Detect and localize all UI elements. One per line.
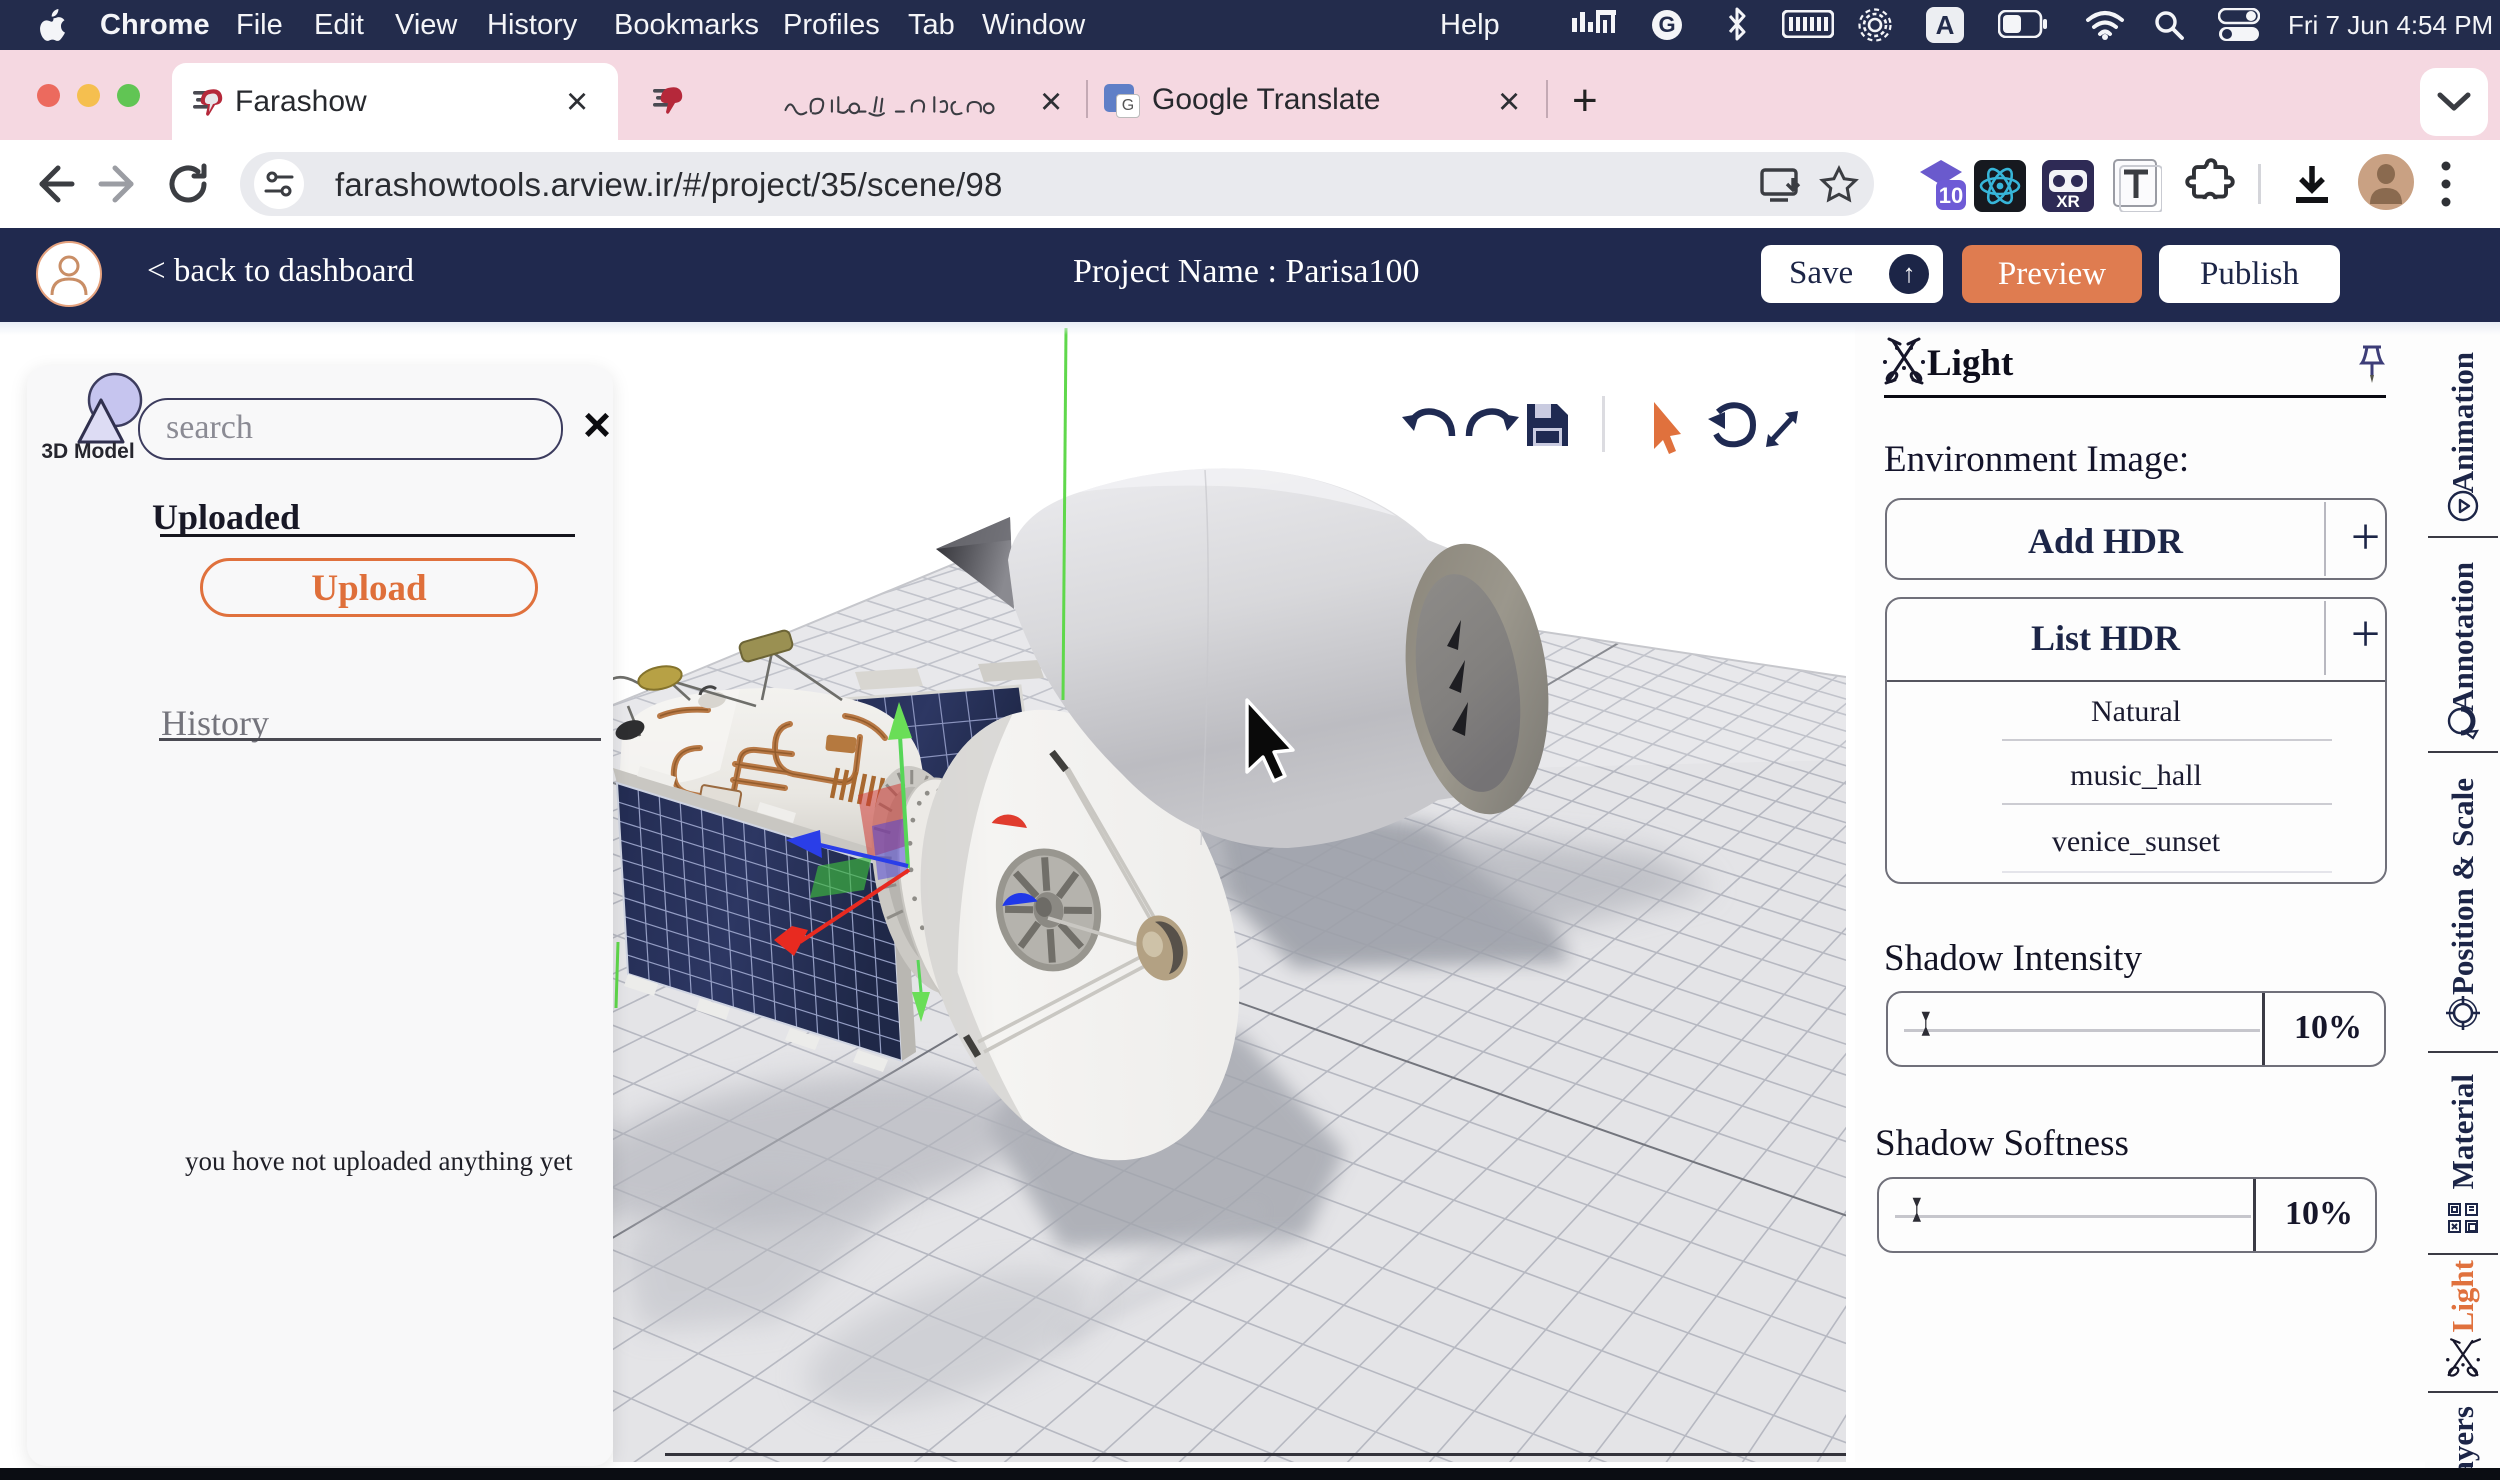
svg-text:XR: XR [2056,192,2080,211]
svg-text:G: G [1658,12,1675,37]
svg-text:10: 10 [1939,183,1963,208]
